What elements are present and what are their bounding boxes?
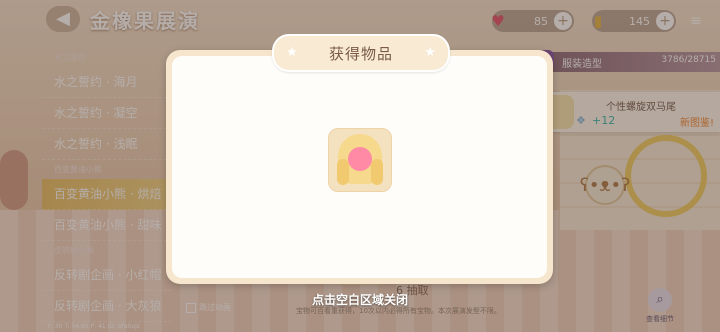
hair-curl: [337, 159, 349, 185]
popup-title-tab: ★ 获得物品 ★: [272, 34, 450, 72]
hair-curl: [371, 159, 383, 185]
reward-popup: ★ 获得物品 ★: [166, 34, 553, 284]
face-placeholder: [348, 147, 372, 171]
reward-item[interactable]: [328, 128, 392, 192]
star-icon: ★: [424, 45, 436, 60]
popup-title: 获得物品: [328, 45, 393, 63]
close-hint: 点击空白区域关闭: [311, 293, 408, 307]
